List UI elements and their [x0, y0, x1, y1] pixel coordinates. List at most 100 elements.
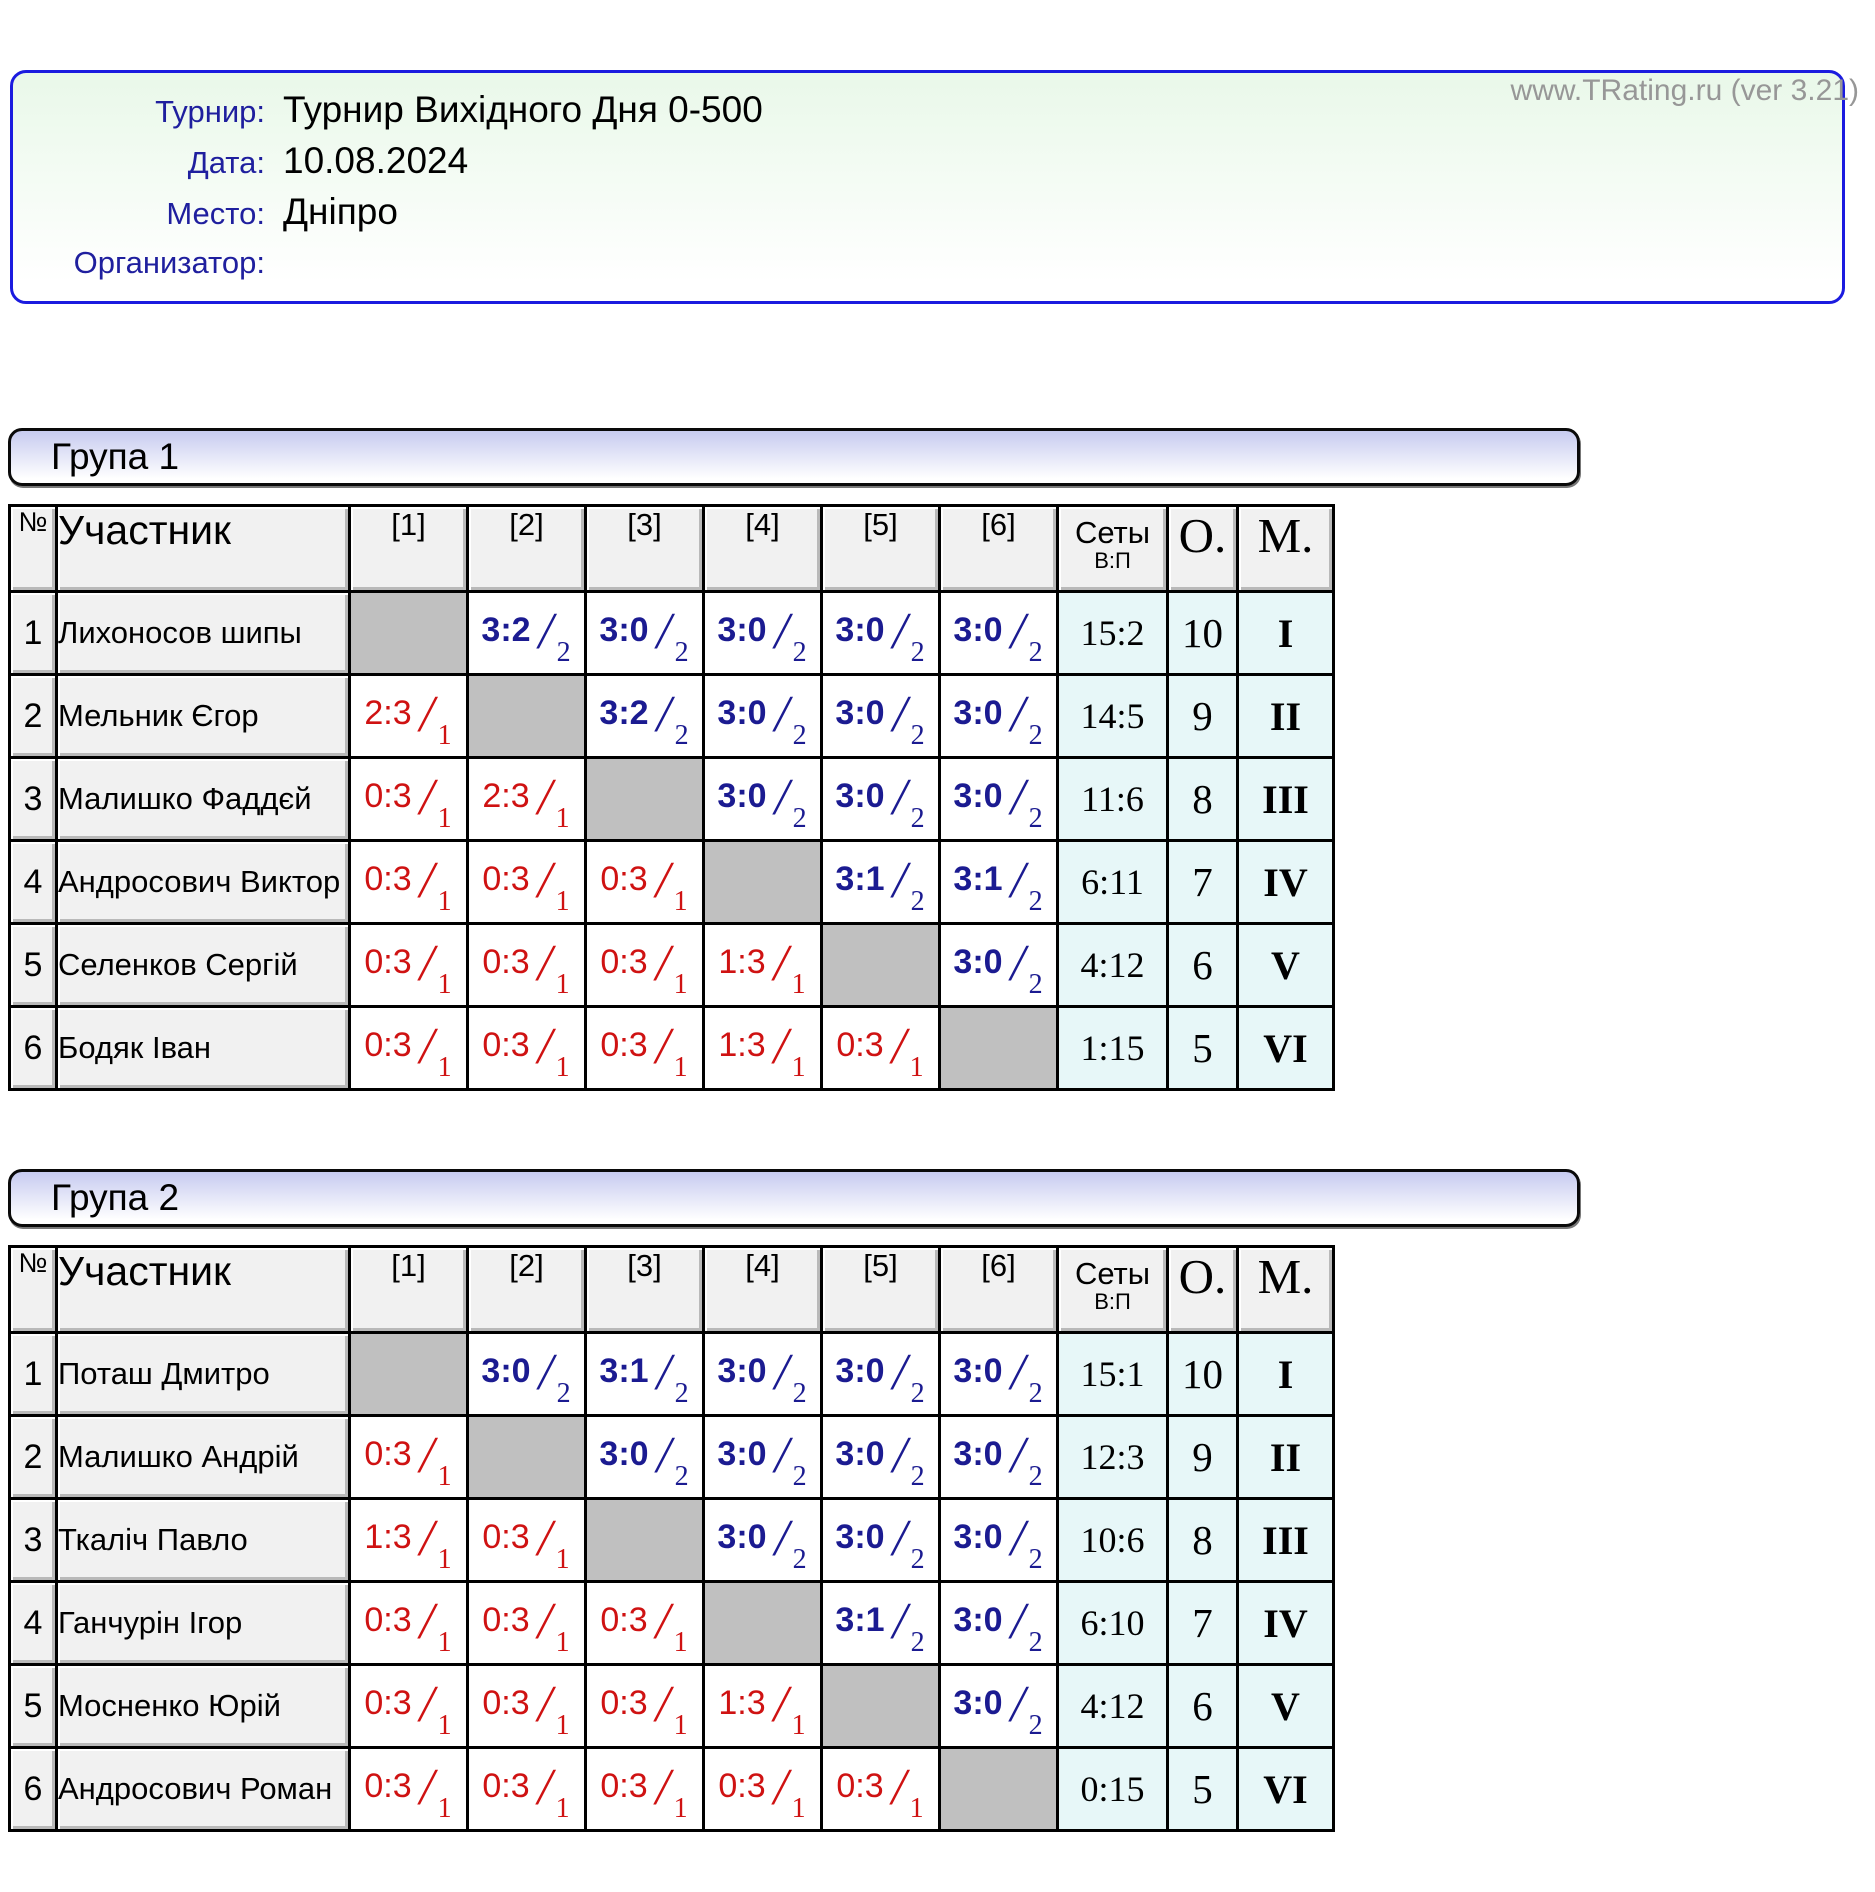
score-content: 1:3/1 [705, 1672, 820, 1741]
match-score: 0:3 [600, 944, 647, 980]
points-fraction: /1 [535, 861, 571, 917]
score-content: 0:3/1 [469, 1506, 584, 1575]
sets-cell: 4:12 [1058, 1665, 1168, 1748]
fraction-slash: / [538, 855, 552, 907]
participant-name: Малишко Андрій [57, 1416, 350, 1499]
points-fraction: /2 [1008, 1353, 1044, 1409]
score-content: 3:0/2 [823, 682, 938, 751]
column-header-round-1: [1] [350, 1247, 468, 1333]
score-content: 3:0/2 [941, 599, 1056, 668]
points-fraction: /2 [654, 1436, 690, 1492]
points-fraction: /2 [1008, 861, 1044, 917]
score-content: 0:3/1 [351, 1755, 466, 1824]
match-points: 2 [1029, 1629, 1043, 1657]
row-number-cell: 4 [10, 1582, 57, 1665]
place-cell: I [1238, 592, 1334, 675]
sets-cell: 1:15 [1058, 1007, 1168, 1090]
score-content: 0:3/1 [823, 1755, 938, 1824]
participant-name: Селенков Сергій [57, 924, 350, 1007]
points-fraction: /2 [1008, 778, 1044, 834]
match-score: 3:0 [717, 1353, 766, 1389]
fraction-slash: / [1011, 855, 1025, 907]
page: { "watermark": "www.TRating.ru (ver 3.21… [0, 70, 1875, 1892]
diagonal-cell [822, 924, 940, 1007]
match-points: 1 [438, 1629, 452, 1657]
score-cell: 3:1/2 [940, 841, 1058, 924]
match-points: 1 [438, 1712, 452, 1740]
place-cell: II [1238, 675, 1334, 758]
match-score: 1:3 [718, 944, 765, 980]
match-points: 2 [675, 1463, 689, 1491]
match-points: 2 [911, 1546, 925, 1574]
participant-name: Бодяк Іван [57, 1007, 350, 1090]
match-points: 1 [438, 1546, 452, 1574]
fraction-slash: / [892, 1762, 906, 1814]
group-section-2: Група 2№Участник[1][2][3][4][5][6]СетыВ:… [8, 1169, 1875, 1832]
fraction-slash: / [420, 689, 434, 741]
fraction-slash: / [1011, 772, 1025, 824]
fraction-slash: / [420, 1679, 434, 1731]
info-row-place: Место: Дніпро [13, 187, 1842, 238]
participant-name: Поташ Дмитро [57, 1333, 350, 1416]
match-score: 0:3 [482, 1685, 529, 1721]
fraction-slash: / [657, 1430, 671, 1482]
match-score: 3:0 [835, 778, 884, 814]
participant-name: Ганчурін Ігор [57, 1582, 350, 1665]
match-points: 1 [792, 1712, 806, 1740]
points-cell: 9 [1168, 675, 1238, 758]
score-cell: 3:0/2 [822, 592, 940, 675]
sets-cell: 15:1 [1058, 1333, 1168, 1416]
row-number-cell: 5 [10, 924, 57, 1007]
table-row: 1Поташ Дмитро3:0/23:1/23:0/23:0/23:0/215… [10, 1333, 1334, 1416]
column-header-sets: СетыВ:П [1058, 1247, 1168, 1333]
score-cell: 1:3/1 [704, 924, 822, 1007]
fraction-slash: / [774, 1679, 788, 1731]
points-fraction: /2 [1008, 695, 1044, 751]
fraction-slash: / [420, 1021, 434, 1073]
match-points: 1 [792, 1795, 806, 1823]
row-number-cell: 6 [10, 1007, 57, 1090]
score-cell: 0:3/1 [468, 924, 586, 1007]
score-cell: 3:1/2 [822, 841, 940, 924]
score-cell: 0:3/1 [350, 1665, 468, 1748]
points-fraction: /1 [417, 1602, 453, 1658]
match-points: 2 [793, 722, 807, 750]
points-fraction: /2 [536, 1353, 572, 1409]
points-fraction: /1 [417, 1436, 453, 1492]
score-content: 3:0/2 [941, 931, 1056, 1000]
column-header-place: М. [1238, 1247, 1334, 1333]
score-cell: 0:3/1 [350, 758, 468, 841]
fraction-slash: / [538, 772, 552, 824]
score-cell: 3:1/2 [586, 1333, 704, 1416]
match-score: 0:3 [600, 1768, 647, 1804]
place-cell: V [1238, 924, 1334, 1007]
info-row-date: Дата: 10.08.2024 [13, 136, 1842, 187]
fraction-slash: / [775, 772, 789, 824]
points-cell: 10 [1168, 1333, 1238, 1416]
fraction-slash: / [420, 1513, 434, 1565]
row-number-cell: 1 [10, 1333, 57, 1416]
points-fraction: /1 [535, 1768, 571, 1824]
column-header-place: М. [1238, 506, 1334, 592]
match-score: 3:0 [717, 1436, 766, 1472]
match-score: 0:3 [482, 1519, 529, 1555]
fraction-slash: / [539, 606, 553, 658]
points-cell: 6 [1168, 1665, 1238, 1748]
place-value: Дніпро [283, 187, 398, 236]
score-cell: 3:0/2 [586, 1416, 704, 1499]
score-cell: 3:0/2 [940, 758, 1058, 841]
match-score: 3:2 [599, 695, 648, 731]
diagonal-cell [704, 841, 822, 924]
points-fraction: /1 [653, 944, 689, 1000]
fraction-slash: / [1011, 1513, 1025, 1565]
points-fraction: /1 [889, 1027, 925, 1083]
column-header-round-6: [6] [940, 1247, 1058, 1333]
participant-name: Мельник Єгор [57, 675, 350, 758]
points-fraction: /1 [417, 695, 453, 751]
fraction-slash: / [656, 1679, 670, 1731]
score-cell: 2:3/1 [350, 675, 468, 758]
score-cell: 3:0/2 [704, 592, 822, 675]
match-score: 1:3 [718, 1685, 765, 1721]
score-content: 1:3/1 [705, 1014, 820, 1083]
fraction-slash: / [774, 938, 788, 990]
